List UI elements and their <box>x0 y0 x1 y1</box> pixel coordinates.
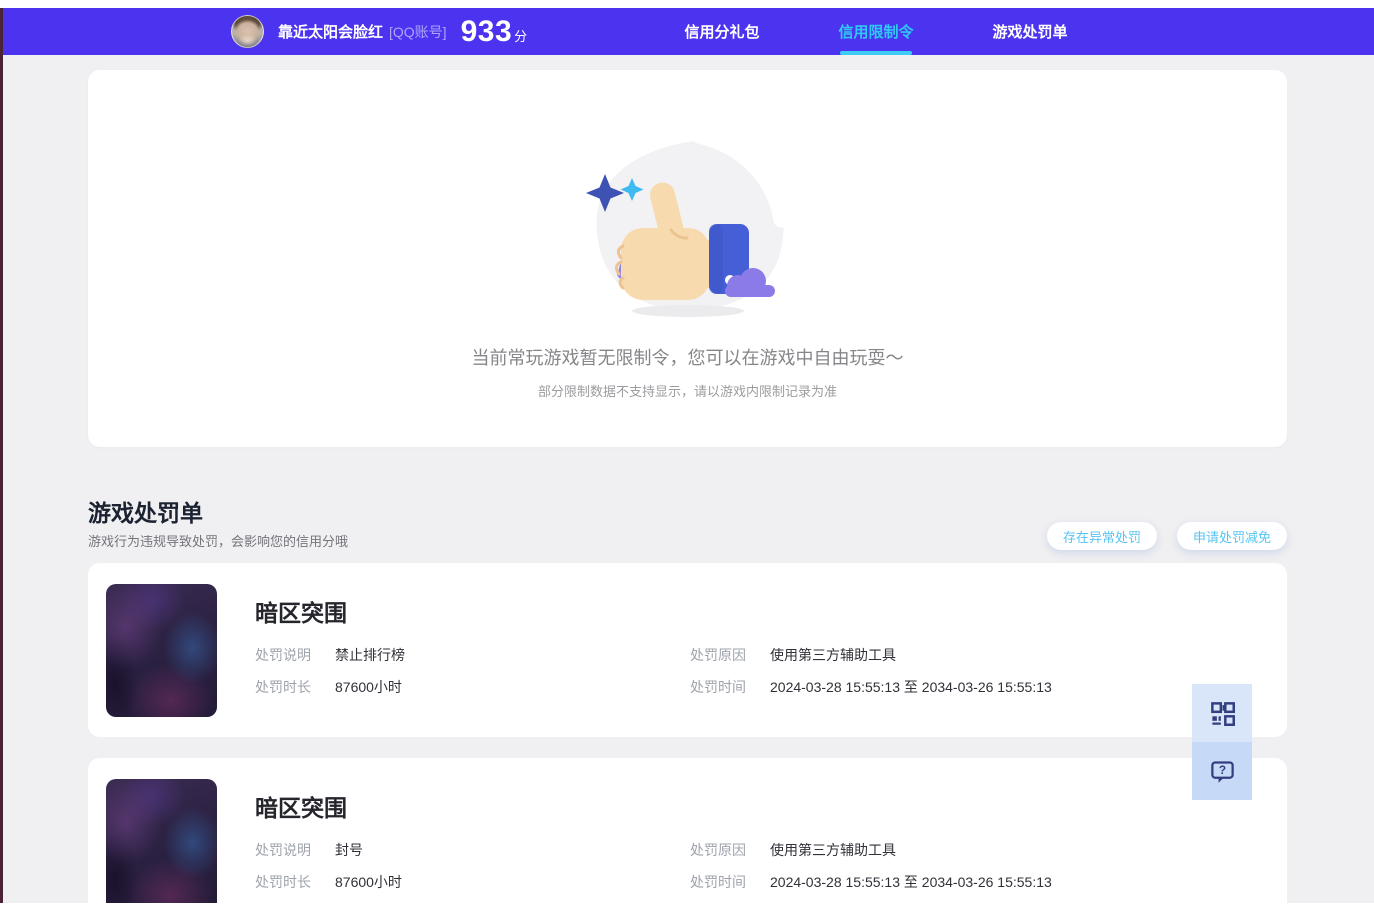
svg-text:?: ? <box>1218 762 1225 776</box>
credit-score-unit: 分 <box>514 28 528 44</box>
penalty-reason-field: 处罚原因 使用第三方辅助工具 <box>690 645 896 665</box>
abnormal-penalty-button[interactable]: 存在异常处罚 <box>1047 522 1157 550</box>
qr-code-icon <box>1210 701 1235 726</box>
game-title: 暗区突围 <box>255 795 347 821</box>
window-bottom-edge <box>0 903 1374 910</box>
restriction-data-note: 部分限制数据不支持显示，请以游戏内限制记录为准 <box>537 384 837 399</box>
penalty-section-subtitle: 游戏行为违规导致处罚，会影响您的信用分哦 <box>88 534 349 549</box>
user-avatar <box>231 15 264 48</box>
game-title: 暗区突围 <box>255 600 347 626</box>
field-label: 处罚时长 <box>255 679 311 695</box>
apply-penalty-reduction-button[interactable]: 申请处罚减免 <box>1177 522 1287 550</box>
penalty-description-field: 处罚说明 封号 <box>255 840 363 860</box>
field-value: 2024-03-28 15:55:13 至 2034-03-26 15:55:1… <box>770 874 1052 890</box>
field-label: 处罚原因 <box>690 842 746 858</box>
field-value: 使用第三方辅助工具 <box>770 647 896 663</box>
penalty-card: 暗区突围 处罚说明 禁止排行榜 处罚原因 使用第三方辅助工具 处罚时长 87600小时… <box>88 563 1287 737</box>
account-type-label: [QQ账号] <box>389 23 447 40</box>
tab-credit-restriction[interactable]: 信用限制令 <box>799 8 953 55</box>
penalty-reason-field: 处罚原因 使用第三方辅助工具 <box>690 840 896 860</box>
field-value: 禁止排行榜 <box>335 647 405 663</box>
penalty-duration-field: 处罚时长 87600小时 <box>255 872 402 892</box>
field-label: 处罚说明 <box>255 842 311 858</box>
game-cover-art <box>106 584 217 717</box>
active-tab-underline <box>840 51 912 55</box>
penalty-section-title: 游戏处罚单 <box>88 500 203 526</box>
game-cover-art <box>106 779 217 910</box>
field-value: 87600小时 <box>335 679 402 695</box>
field-label: 处罚时间 <box>690 874 746 890</box>
field-value: 使用第三方辅助工具 <box>770 842 896 858</box>
tab-credit-gift-pack[interactable]: 信用分礼包 <box>645 8 799 55</box>
window-left-edge <box>0 8 3 903</box>
thumbs-up-illustration-icon <box>585 130 788 317</box>
help-bubble-icon: ? <box>1210 760 1234 783</box>
penalty-time-field: 处罚时间 2024-03-28 15:55:13 至 2034-03-26 15:… <box>690 677 1052 697</box>
penalty-time-field: 处罚时间 2024-03-28 15:55:13 至 2034-03-26 15:… <box>690 872 1052 892</box>
field-label: 处罚说明 <box>255 647 311 663</box>
credit-header-bar: 靠近太阳会脸红 [QQ账号] 933 分 信用分礼包 信用限制令 游戏处罚单 <box>0 8 1374 55</box>
no-restriction-message: 当前常玩游戏暂无限制令，您可以在游戏中自由玩耍～ <box>471 348 904 368</box>
tab-label: 信用分礼包 <box>684 24 760 41</box>
tab-label: 信用限制令 <box>838 24 914 41</box>
field-value: 封号 <box>335 842 363 858</box>
credit-score: 933 分 <box>461 15 528 49</box>
credit-score-value: 933 <box>460 14 513 48</box>
field-value: 2024-03-28 15:55:13 至 2034-03-26 15:55:1… <box>770 679 1052 695</box>
restriction-empty-state-card: 当前常玩游戏暂无限制令，您可以在游戏中自由玩耍～ 部分限制数据不支持显示，请以游… <box>88 70 1287 447</box>
field-label: 处罚时长 <box>255 874 311 890</box>
help-feedback-button[interactable]: ? <box>1192 742 1252 800</box>
tab-label: 游戏处罚单 <box>992 24 1068 41</box>
header-nav-tabs: 信用分礼包 信用限制令 游戏处罚单 <box>645 8 1107 55</box>
qr-code-button[interactable] <box>1192 684 1252 742</box>
field-label: 处罚原因 <box>690 647 746 663</box>
tab-game-penalty[interactable]: 游戏处罚单 <box>953 8 1107 55</box>
penalty-duration-field: 处罚时长 87600小时 <box>255 677 402 697</box>
penalty-card: 暗区突围 处罚说明 封号 处罚原因 使用第三方辅助工具 处罚时长 87600小时 处罚… <box>88 758 1287 910</box>
window-top-edge <box>0 0 1374 8</box>
username: 靠近太阳会脸红 <box>278 24 384 41</box>
penalty-description-field: 处罚说明 禁止排行榜 <box>255 645 405 665</box>
field-label: 处罚时间 <box>690 679 746 695</box>
floating-side-widget: ? <box>1192 684 1252 800</box>
field-value: 87600小时 <box>335 874 402 890</box>
user-summary: 靠近太阳会脸红 [QQ账号] 933 分 <box>231 8 527 55</box>
